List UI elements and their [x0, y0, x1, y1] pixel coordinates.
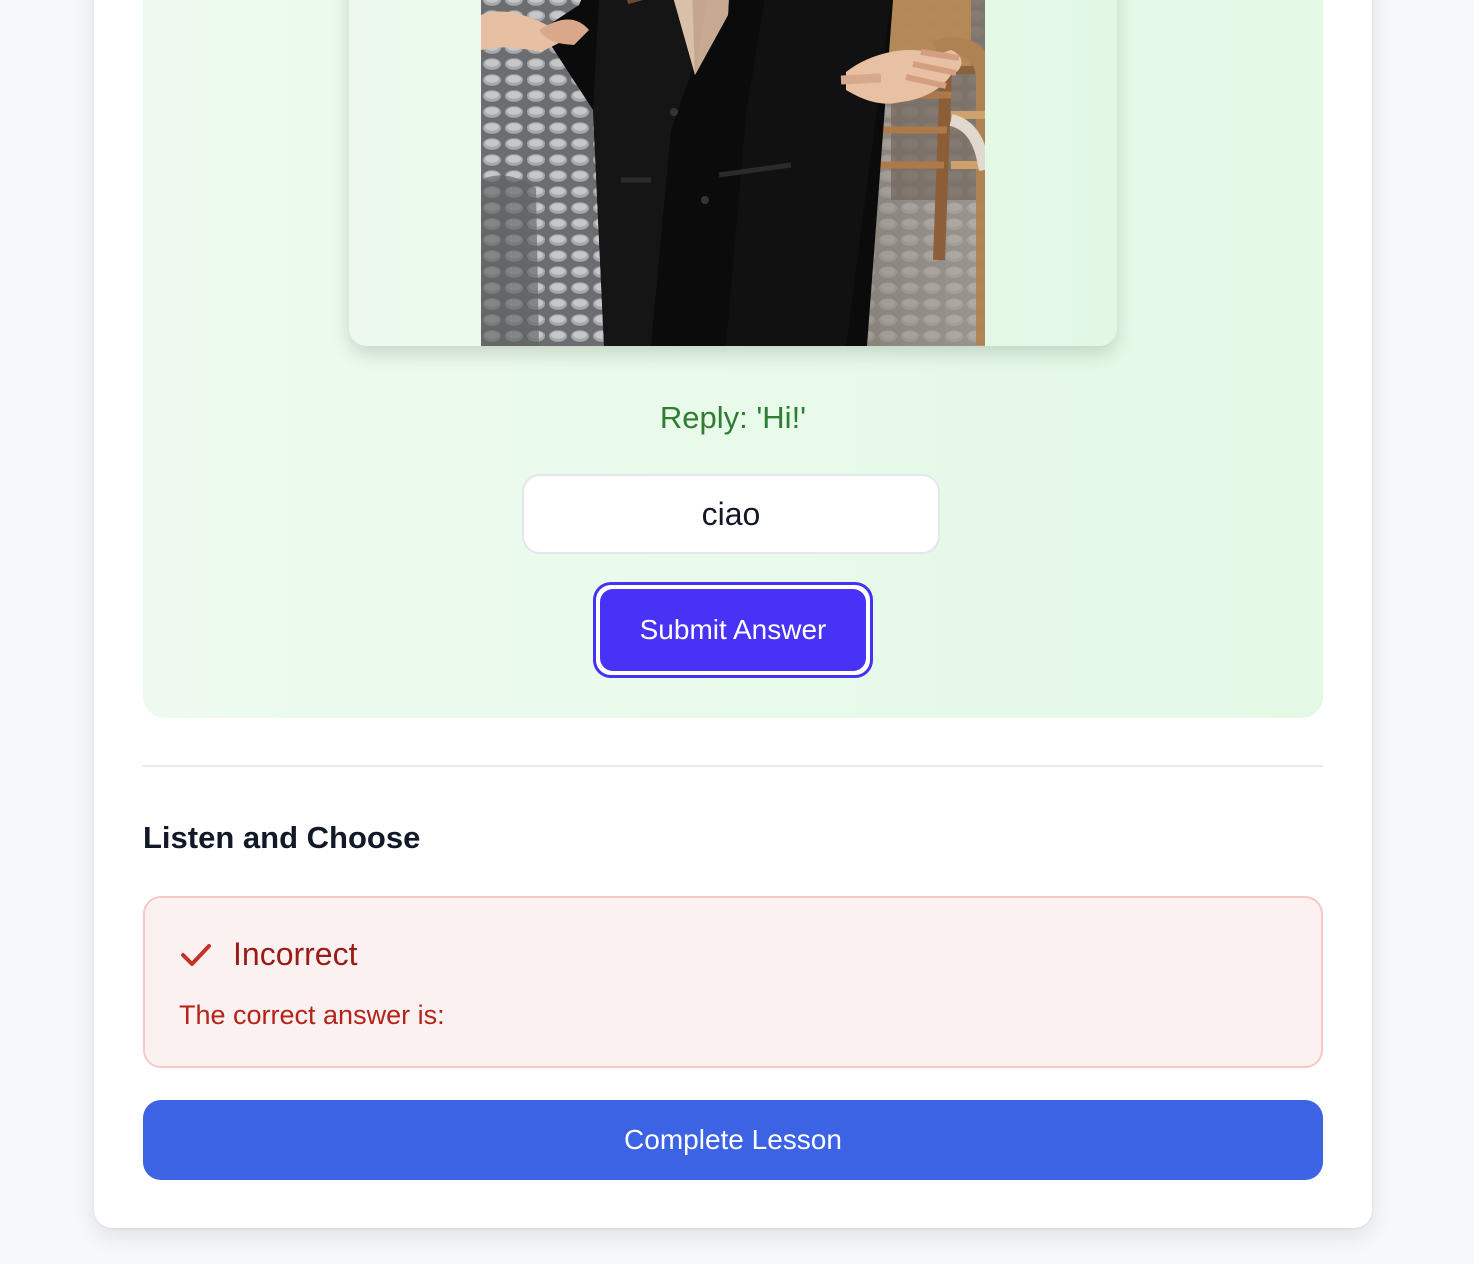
person-photo-icon: [481, 0, 985, 346]
answer-input[interactable]: [522, 474, 940, 554]
exercise-photo: [481, 0, 985, 346]
check-icon: [179, 938, 213, 972]
submit-answer-button[interactable]: Submit Answer: [600, 589, 866, 671]
feedback-header: Incorrect: [179, 936, 357, 973]
exercise-prompt: Reply: 'Hi!': [659, 400, 807, 435]
exercise-image-card: [349, 0, 1117, 346]
exercise-panel: Reply: 'Hi!' Submit Answer: [143, 0, 1323, 718]
feedback-text: The correct answer is:: [179, 1000, 445, 1030]
complete-lesson-button[interactable]: Complete Lesson: [143, 1100, 1323, 1180]
incorrect-feedback: Incorrect The correct answer is:: [143, 896, 1323, 1068]
feedback-title: Incorrect: [233, 936, 358, 972]
submit-focus-ring: Submit Answer: [593, 582, 873, 678]
lesson-card: Reply: 'Hi!' Submit Answer Listen and Ch…: [94, 0, 1372, 1228]
section-title: Listen and Choose: [143, 820, 421, 855]
section-divider: [143, 765, 1323, 767]
